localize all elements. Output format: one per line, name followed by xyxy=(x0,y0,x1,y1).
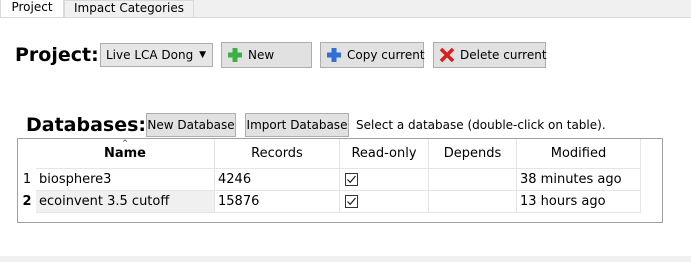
column-header-depends-label: Depends xyxy=(443,146,502,161)
delete-current-label: Delete current xyxy=(460,48,547,62)
project-select-value: Live LCA Dong xyxy=(106,48,194,62)
cell-read-only[interactable] xyxy=(340,169,429,191)
cell-depends[interactable] xyxy=(429,191,517,213)
databases-table[interactable]: ⌃ Name Records Read-only Depends Modifie… xyxy=(17,138,663,223)
cell-modified[interactable]: 38 minutes ago xyxy=(517,169,641,191)
tab-project-label: Project xyxy=(11,0,53,14)
row-number: 2 xyxy=(22,194,32,209)
project-select[interactable]: Live LCA Dong ▼ xyxy=(100,43,213,67)
new-project-button[interactable]: New xyxy=(221,42,312,68)
tab-project[interactable]: Project xyxy=(0,0,64,18)
column-header-read-only-label: Read-only xyxy=(351,146,417,161)
cell-depends[interactable] xyxy=(429,169,517,191)
delete-current-button[interactable]: Delete current xyxy=(433,42,547,68)
import-database-label: Import Database xyxy=(246,118,348,132)
database-hint: Select a database (double-click on table… xyxy=(356,118,606,132)
column-header-depends[interactable]: Depends xyxy=(429,139,517,169)
column-header-records[interactable]: Records xyxy=(215,139,340,169)
copy-current-label: Copy current xyxy=(347,48,425,62)
import-database-button[interactable]: Import Database xyxy=(245,113,349,137)
read-only-checkbox[interactable] xyxy=(345,173,358,186)
x-red-icon xyxy=(438,46,456,64)
plus-green-icon xyxy=(226,46,244,64)
row-number: 1 xyxy=(22,172,32,187)
cell-name[interactable]: biosphere3 xyxy=(36,169,215,191)
chevron-down-icon: ▼ xyxy=(199,50,206,60)
cell-modified[interactable]: 13 hours ago xyxy=(517,191,641,213)
tab-bar: Project Impact Categories xyxy=(0,0,691,18)
column-header-modified[interactable]: Modified xyxy=(517,139,641,169)
cell-name[interactable]: ecoinvent 3.5 cutoff xyxy=(36,191,215,213)
cell-records[interactable]: 4246 xyxy=(215,169,340,191)
column-header-read-only[interactable]: Read-only xyxy=(340,139,429,169)
cell-read-only[interactable] xyxy=(340,191,429,213)
horizontal-scrollbar[interactable] xyxy=(0,256,691,262)
column-header-records-label: Records xyxy=(251,146,303,161)
column-header-modified-label: Modified xyxy=(550,146,607,161)
copy-current-button[interactable]: Copy current xyxy=(320,42,425,68)
sort-up-icon: ⌃ xyxy=(121,139,129,149)
tab-impact-categories-label: Impact Categories xyxy=(74,1,184,15)
read-only-checkbox[interactable] xyxy=(345,195,358,208)
tab-impact-categories[interactable]: Impact Categories xyxy=(64,0,194,17)
project-heading: Project: xyxy=(15,44,99,66)
cell-records[interactable]: 15876 xyxy=(215,191,340,213)
new-project-label: New xyxy=(248,48,275,62)
plus-blue-icon xyxy=(325,46,343,64)
column-header-name[interactable]: ⌃ Name xyxy=(36,139,215,169)
